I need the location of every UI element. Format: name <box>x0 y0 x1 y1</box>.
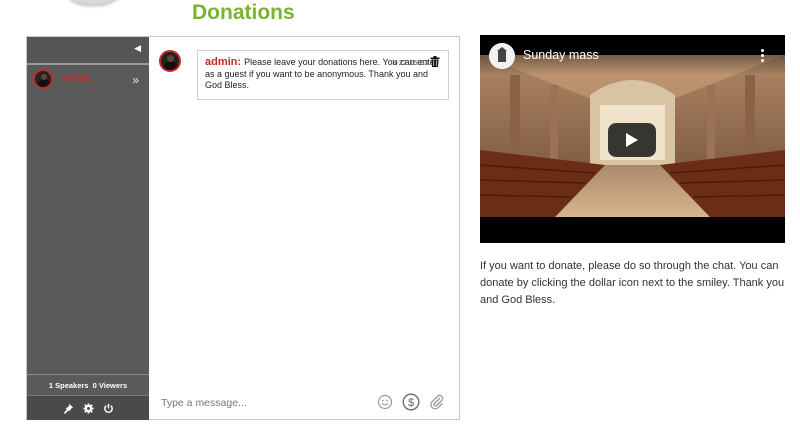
message-composer: $ <box>149 387 459 419</box>
play-button[interactable] <box>608 123 656 157</box>
speakers-count: 1 <box>48 381 54 390</box>
avatar <box>33 69 53 89</box>
message-time: 03-27 15:03 <box>387 58 428 67</box>
vertical-dots-icon[interactable] <box>761 49 765 63</box>
play-icon <box>626 133 638 147</box>
video-player[interactable]: Sunday mass <box>480 35 785 243</box>
triangle-left-icon[interactable]: ◀ <box>134 43 141 54</box>
svg-text:$: $ <box>408 397 414 409</box>
dollar-icon[interactable]: $ <box>402 393 420 411</box>
user-name[interactable]: admin <box>62 73 92 85</box>
chat-sidebar: ◀ admin » 1 Speakers 0 Viewers <box>27 37 149 420</box>
speakers-label: Speakers <box>55 381 89 390</box>
gear-icon[interactable] <box>82 402 94 414</box>
double-chevron-right-icon[interactable]: » <box>132 73 139 87</box>
user-stats: 1 Speakers 0 Viewers <box>27 374 149 396</box>
pin-icon[interactable] <box>62 402 74 414</box>
site-logo-edge <box>58 0 128 4</box>
video-title[interactable]: Sunday mass <box>523 48 599 62</box>
chat-widget: ◀ admin » 1 Speakers 0 Viewers admin: Pl… <box>26 36 460 420</box>
page-title: Donations <box>192 1 295 24</box>
avatar <box>159 50 181 72</box>
paperclip-icon[interactable] <box>429 394 447 412</box>
message-bubble: admin: Please leave your donations here. … <box>197 50 449 100</box>
viewers-label: Viewers <box>98 381 128 390</box>
message-input[interactable] <box>161 395 351 411</box>
channel-avatar[interactable] <box>489 43 515 69</box>
viewers-count: 0 <box>92 381 97 390</box>
message-author: admin: <box>205 56 242 68</box>
smiley-icon[interactable] <box>377 394 395 412</box>
power-icon[interactable] <box>102 402 114 414</box>
donation-instructions: If you want to donate, please do so thro… <box>480 260 785 306</box>
message-list: admin: Please leave your donations here. … <box>149 37 459 387</box>
trash-icon[interactable] <box>430 56 440 67</box>
user-list-item[interactable]: admin » <box>31 69 145 95</box>
sidebar-actions <box>27 395 149 420</box>
sidebar-header: ◀ <box>27 37 149 65</box>
